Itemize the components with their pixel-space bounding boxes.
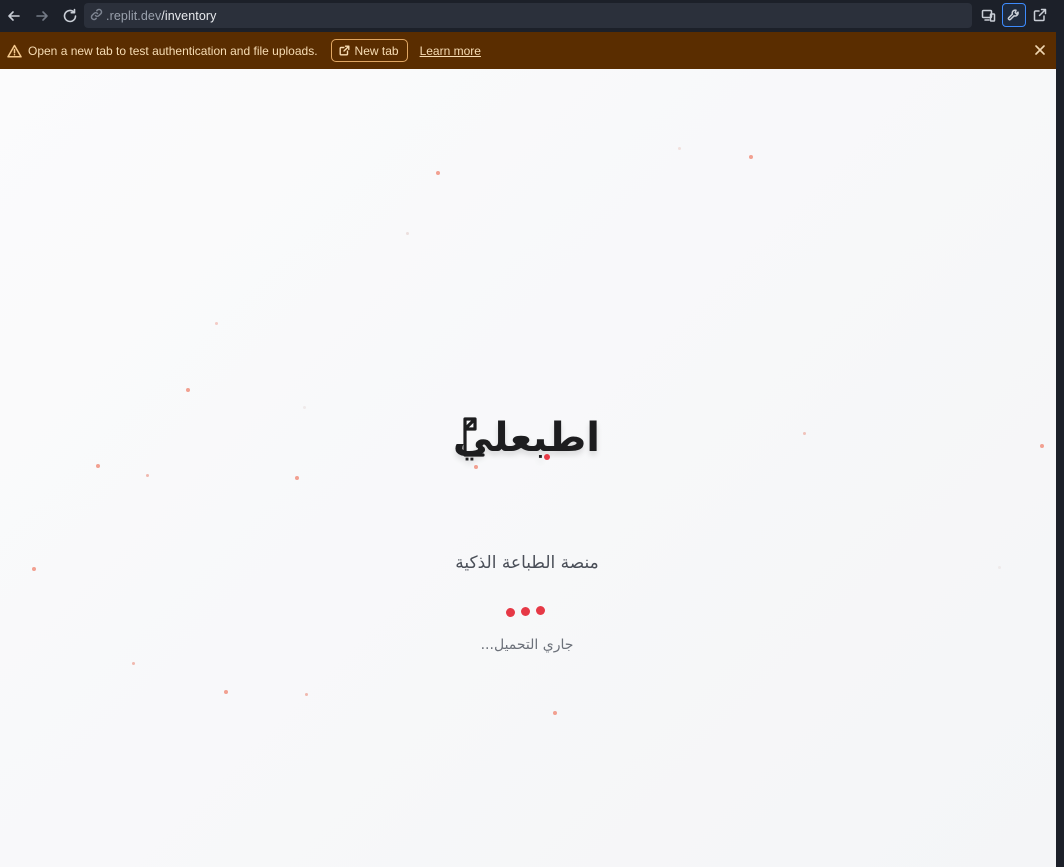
tagline: منصة الطباعة الذكية bbox=[455, 553, 599, 573]
logo-accent-dot bbox=[544, 454, 550, 460]
forward-arrow-icon bbox=[36, 11, 48, 21]
reload-icon bbox=[63, 8, 77, 23]
external-link-icon bbox=[339, 45, 350, 56]
particle-dot bbox=[998, 566, 1001, 569]
particle-dot bbox=[186, 388, 190, 392]
logo-text: اطبعلي bbox=[452, 415, 600, 461]
loading-dot bbox=[521, 607, 530, 616]
wrench-icon bbox=[1007, 9, 1019, 21]
open-external-button[interactable] bbox=[1028, 3, 1052, 27]
back-button[interactable] bbox=[2, 4, 26, 28]
close-icon bbox=[1035, 45, 1045, 55]
devtools-button[interactable] bbox=[1002, 3, 1026, 27]
particle-dot bbox=[436, 171, 440, 175]
url-path: /inventory bbox=[161, 8, 217, 23]
link-icon bbox=[90, 6, 103, 25]
loading-text: جاري التحميل... bbox=[480, 637, 574, 653]
warning-icon bbox=[7, 44, 22, 58]
devices-button[interactable] bbox=[976, 3, 1000, 27]
particle-dot bbox=[146, 474, 149, 477]
particle-dot bbox=[749, 155, 753, 159]
particle-dot bbox=[295, 476, 299, 480]
loading-dot bbox=[506, 608, 515, 617]
app-logo: اطبعلي bbox=[452, 409, 600, 479]
particle-dot bbox=[224, 690, 228, 694]
url-host: .replit.dev bbox=[106, 8, 162, 23]
forward-button[interactable] bbox=[30, 4, 54, 28]
new-tab-label: New tab bbox=[354, 43, 399, 58]
external-link-icon bbox=[1033, 8, 1047, 22]
particle-dot bbox=[1040, 444, 1044, 448]
loading-screen: اطبعلي منصة الطباعة الذكية جاري التحميل.… bbox=[0, 69, 1056, 867]
address-bar[interactable]: .replit.dev/inventory bbox=[84, 3, 972, 28]
devices-icon bbox=[981, 9, 995, 22]
particle-dot bbox=[678, 147, 681, 150]
url-text: .replit.dev/inventory bbox=[106, 9, 217, 23]
particle-dot bbox=[303, 406, 306, 409]
particle-dot bbox=[96, 464, 100, 468]
particle-dot bbox=[406, 232, 409, 235]
warning-banner: Open a new tab to test authentication an… bbox=[0, 32, 1056, 69]
browser-toolbar: .replit.dev/inventory bbox=[0, 0, 1064, 32]
reload-button[interactable] bbox=[58, 4, 82, 28]
loading-dots bbox=[506, 606, 550, 620]
loading-dot bbox=[536, 606, 545, 615]
scrollbar-track[interactable] bbox=[1056, 32, 1064, 867]
particle-dot bbox=[132, 662, 135, 665]
banner-message: Open a new tab to test authentication an… bbox=[28, 43, 318, 58]
new-tab-button[interactable]: New tab bbox=[330, 39, 408, 62]
particle-dot bbox=[803, 432, 806, 435]
learn-more-link[interactable]: Learn more bbox=[420, 44, 481, 58]
back-arrow-icon bbox=[8, 11, 20, 21]
particle-dot bbox=[305, 693, 308, 696]
particle-dot bbox=[215, 322, 218, 325]
particle-dot bbox=[32, 567, 36, 571]
close-banner-button[interactable] bbox=[1032, 42, 1048, 58]
particle-dot bbox=[553, 711, 557, 715]
